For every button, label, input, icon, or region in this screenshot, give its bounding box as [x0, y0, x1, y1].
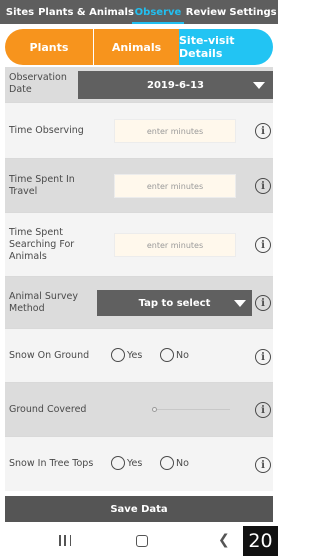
back-icon[interactable]: ❮ — [218, 532, 230, 548]
survey-method-select[interactable]: Tap to select — [97, 290, 252, 316]
time-travel-label: Time Spent In Travel — [9, 174, 75, 198]
snow-ground-no-label: No — [176, 349, 189, 361]
tab-settings[interactable]: Settings — [228, 0, 278, 24]
time-observing-row: Time Observing enter minutes i — [5, 103, 273, 159]
info-icon[interactable]: i — [255, 295, 271, 311]
time-searching-label-line3: Animals — [9, 251, 47, 262]
snow-ground-row: Snow On Ground Yes No i — [5, 329, 273, 383]
time-observing-input[interactable]: enter minutes — [114, 119, 236, 143]
observe-segment-bar: Plants Animals Site-visit Details — [5, 29, 273, 65]
snow-ground-label: Snow On Ground — [9, 350, 90, 361]
active-tab-underline — [132, 22, 184, 24]
snow-trees-label: Snow In Tree Tops — [9, 458, 94, 469]
time-travel-label-line2: Travel — [9, 186, 38, 197]
recent-apps-icon[interactable] — [59, 535, 71, 546]
tab-observe[interactable]: Observe — [132, 0, 184, 24]
radio-circle-icon — [111, 348, 125, 362]
radio-circle-icon — [160, 456, 174, 470]
survey-method-row: Animal Survey Method Tap to select i — [5, 277, 273, 329]
snow-ground-yes-radio[interactable]: Yes — [111, 348, 142, 362]
ground-covered-row: Ground Covered i — [5, 383, 273, 437]
snow-trees-no-radio[interactable]: No — [160, 456, 189, 470]
time-searching-input[interactable]: enter minutes — [114, 233, 236, 257]
radio-circle-icon — [160, 348, 174, 362]
observation-date-label: Observation Date — [9, 72, 67, 96]
snow-trees-yes-label: Yes — [127, 457, 143, 469]
tab-observe-label: Observe — [134, 6, 182, 18]
save-data-button[interactable]: Save Data — [5, 496, 273, 522]
info-icon[interactable]: i — [255, 178, 271, 194]
chevron-down-icon — [253, 82, 265, 89]
tab-plants-animals[interactable]: Plants & Animals — [38, 0, 134, 24]
time-travel-label-line1: Time Spent In — [9, 174, 75, 185]
snow-ground-yes-label: Yes — [127, 349, 143, 361]
tab-sites[interactable]: Sites — [0, 0, 40, 24]
snow-trees-row: Snow In Tree Tops Yes No i — [5, 437, 273, 491]
snow-ground-no-radio[interactable]: No — [160, 348, 189, 362]
info-icon[interactable]: i — [255, 402, 271, 418]
slider-thumb[interactable] — [152, 407, 157, 412]
info-icon[interactable]: i — [255, 349, 271, 365]
observation-date-value: 2019-6-13 — [146, 79, 204, 91]
radio-circle-icon — [111, 456, 125, 470]
info-icon[interactable]: i — [255, 457, 271, 473]
info-icon[interactable]: i — [255, 237, 271, 253]
time-observing-label: Time Observing — [9, 125, 84, 136]
home-icon[interactable] — [136, 535, 148, 547]
segment-plants[interactable]: Plants — [5, 29, 93, 65]
survey-method-label: Animal Survey Method — [9, 291, 78, 315]
observation-date-picker[interactable]: 2019-6-13 — [78, 71, 273, 99]
time-searching-label-line1: Time Spent — [9, 227, 63, 238]
observation-date-label-line1: Observation — [9, 72, 67, 83]
tab-review[interactable]: Review — [184, 0, 228, 24]
ground-covered-slider[interactable] — [152, 407, 230, 412]
observation-date-row: Observation Date 2019-6-13 — [5, 67, 273, 103]
time-searching-row: Time Spent Searching For Animals enter m… — [5, 213, 273, 277]
site-visit-form: Observation Date 2019-6-13 Time Observin… — [5, 67, 273, 491]
page-number-badge: 20 — [243, 526, 278, 556]
survey-method-value: Tap to select — [138, 297, 211, 309]
survey-method-label-line2: Method — [9, 303, 45, 314]
segment-site-visit-details[interactable]: Site-visit Details — [179, 29, 273, 65]
survey-method-label-line1: Animal Survey — [9, 291, 78, 302]
snow-trees-yes-radio[interactable]: Yes — [111, 456, 142, 470]
time-searching-label-line2: Searching For — [9, 239, 75, 250]
segment-animals[interactable]: Animals — [93, 29, 179, 65]
snow-trees-no-label: No — [176, 457, 189, 469]
ground-covered-label: Ground Covered — [9, 404, 87, 415]
time-travel-input[interactable]: enter minutes — [114, 174, 236, 198]
time-searching-label: Time Spent Searching For Animals — [9, 227, 74, 263]
info-icon[interactable]: i — [255, 123, 271, 139]
system-nav-bar: ❮ — [0, 526, 278, 556]
time-travel-row: Time Spent In Travel enter minutes i — [5, 159, 273, 213]
observation-date-label-line2: Date — [9, 84, 32, 95]
top-nav: Sites Plants & Animals Observe Review Se… — [0, 0, 278, 24]
chevron-down-icon — [234, 300, 246, 307]
